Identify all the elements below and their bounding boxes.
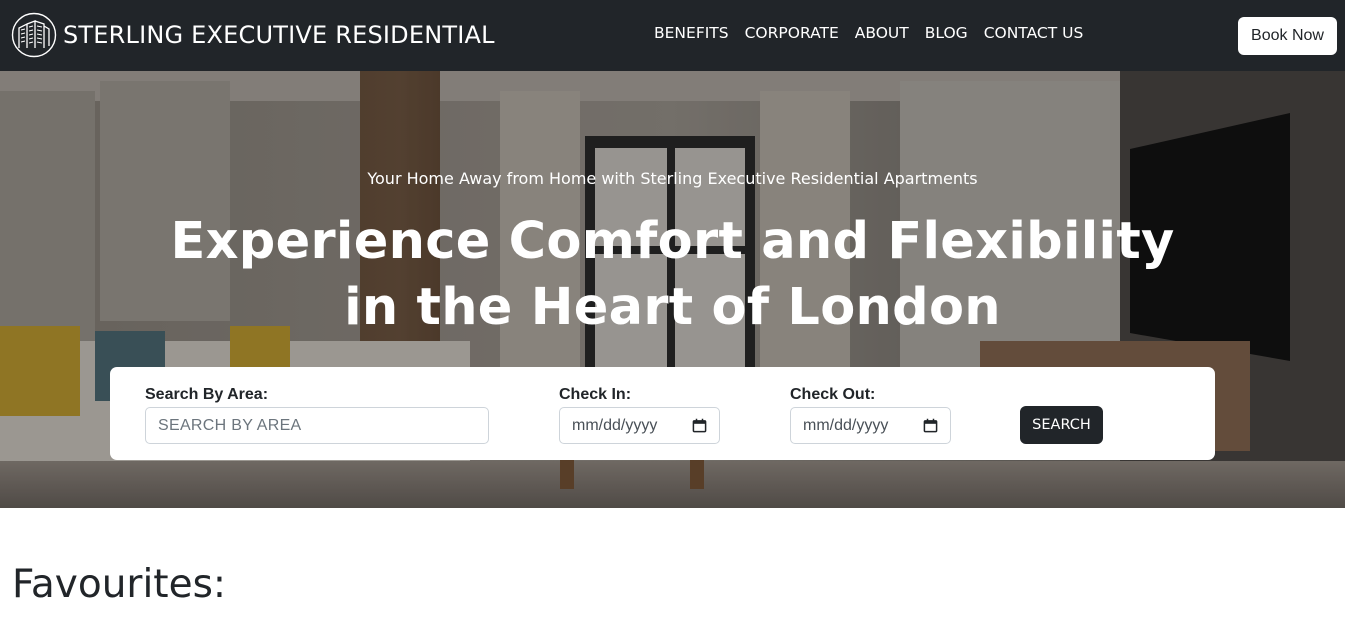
area-label: Search By Area: xyxy=(145,386,269,403)
nav-link-blog[interactable]: BLOG xyxy=(925,24,968,42)
hero-subtitle: Your Home Away from Home with Sterling E… xyxy=(367,169,978,188)
hero-title-line-2: in the Heart of London xyxy=(344,278,1001,337)
nav-link-corporate[interactable]: CORPORATE xyxy=(745,24,839,42)
nav-link-about[interactable]: ABOUT xyxy=(855,24,909,42)
top-navbar: STERLING EXECUTIVE RESIDENTIAL BENEFITS … xyxy=(0,0,1345,71)
check-in-date-value: mm/dd/yyyy xyxy=(572,416,658,434)
nav-link-benefits[interactable]: BENEFITS xyxy=(654,24,729,42)
check-out-date-input[interactable]: mm/dd/yyyy xyxy=(790,407,951,444)
building-logo-icon xyxy=(11,12,57,58)
check-out-date-value: mm/dd/yyyy xyxy=(803,416,889,434)
area-search-input[interactable]: SEARCH BY AREA xyxy=(145,407,489,444)
hero-title: Experience Comfort and Flexibility in th… xyxy=(0,209,1345,341)
search-button[interactable]: SEARCH xyxy=(1020,406,1103,444)
check-in-date-input[interactable]: mm/dd/yyyy xyxy=(559,407,720,444)
favourites-heading: Favourites: xyxy=(12,562,227,607)
book-now-button[interactable]: Book Now xyxy=(1238,17,1337,55)
brand-link[interactable]: STERLING EXECUTIVE RESIDENTIAL xyxy=(11,12,495,58)
nav-link-contact-us[interactable]: CONTACT US xyxy=(984,24,1084,42)
brand-name[interactable]: STERLING EXECUTIVE RESIDENTIAL xyxy=(63,21,495,49)
nav-menu: BENEFITS CORPORATE ABOUT BLOG CONTACT US xyxy=(654,24,1083,42)
hero-title-line-1: Experience Comfort and Flexibility xyxy=(170,212,1175,271)
check-out-label: Check Out: xyxy=(790,386,876,403)
check-in-label: Check In: xyxy=(559,386,632,403)
calendar-icon[interactable] xyxy=(692,418,707,433)
calendar-icon[interactable] xyxy=(923,418,938,433)
search-form: Search By Area: SEARCH BY AREA Check In:… xyxy=(110,367,1215,460)
